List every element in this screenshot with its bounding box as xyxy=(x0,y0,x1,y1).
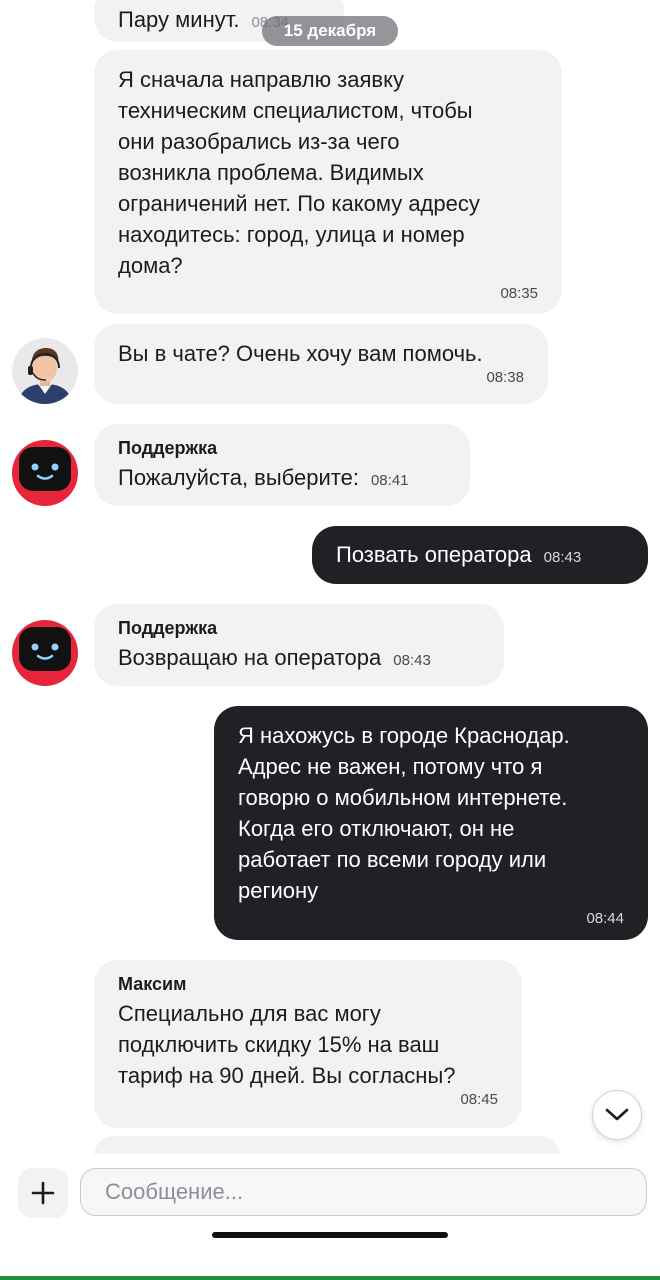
robot-icon xyxy=(12,440,78,506)
operator-avatar[interactable] xyxy=(12,338,78,404)
message-text: Позвать оператора xyxy=(336,542,532,567)
message-text: Вы в чате? Очень хочу вам помочь. xyxy=(118,341,483,366)
plus-icon xyxy=(31,1181,55,1205)
sender-name: Поддержка xyxy=(118,438,218,458)
message-bubble[interactable]: Вы в чате? Очень хочу вам помочь. 08:38 xyxy=(94,324,548,404)
bottom-edge xyxy=(0,1276,660,1280)
message-bubble[interactable]: Поддержка Пожалуйста, выберите: 08:41 xyxy=(94,424,470,506)
date-separator: 15 декабря xyxy=(262,16,398,46)
message-text: Я сначала направлю заявку техническим сп… xyxy=(118,67,480,278)
chevron-down-icon xyxy=(605,1108,629,1121)
message-text: Пару минут. xyxy=(118,7,240,32)
message-bubble-outgoing[interactable]: Позвать оператора 08:43 xyxy=(312,526,648,584)
message-bubble[interactable]: Я сначала направлю заявку техническим сп… xyxy=(94,50,562,314)
message-time: 08:43 xyxy=(543,549,582,566)
message-text: Возвращаю на оператора xyxy=(118,645,382,670)
message-text: Специально для вас могу подключить скидк… xyxy=(118,1001,456,1088)
scroll-to-bottom-button[interactable] xyxy=(592,1090,642,1140)
message-time: 08:43 xyxy=(393,652,431,669)
composer-bar xyxy=(0,1154,660,1280)
message-input[interactable] xyxy=(80,1168,647,1216)
sender-name: Максим xyxy=(118,974,187,994)
message-bubble-outgoing[interactable]: Я нахожусь в городе Краснодар. Адрес не … xyxy=(214,706,648,940)
message-time: 08:41 xyxy=(370,472,409,489)
message-text: Я нахожусь в городе Краснодар. Адрес не … xyxy=(238,723,570,903)
home-indicator xyxy=(212,1232,448,1238)
sender-name: Поддержка xyxy=(118,618,218,638)
message-time: 08:35 xyxy=(500,285,538,302)
attach-button[interactable] xyxy=(18,1168,68,1218)
message-time: 08:38 xyxy=(486,369,524,386)
message-bubble[interactable]: Поддержка Возвращаю на оператора 08:43 xyxy=(94,604,504,686)
message-time: 08:45 xyxy=(460,1091,498,1108)
message-bubble[interactable]: Максим Специально для вас могу подключит… xyxy=(94,960,522,1128)
message-text: Пожалуйста, выберите: xyxy=(118,465,359,490)
message-time: 08:44 xyxy=(586,910,624,927)
robot-icon xyxy=(12,620,78,686)
